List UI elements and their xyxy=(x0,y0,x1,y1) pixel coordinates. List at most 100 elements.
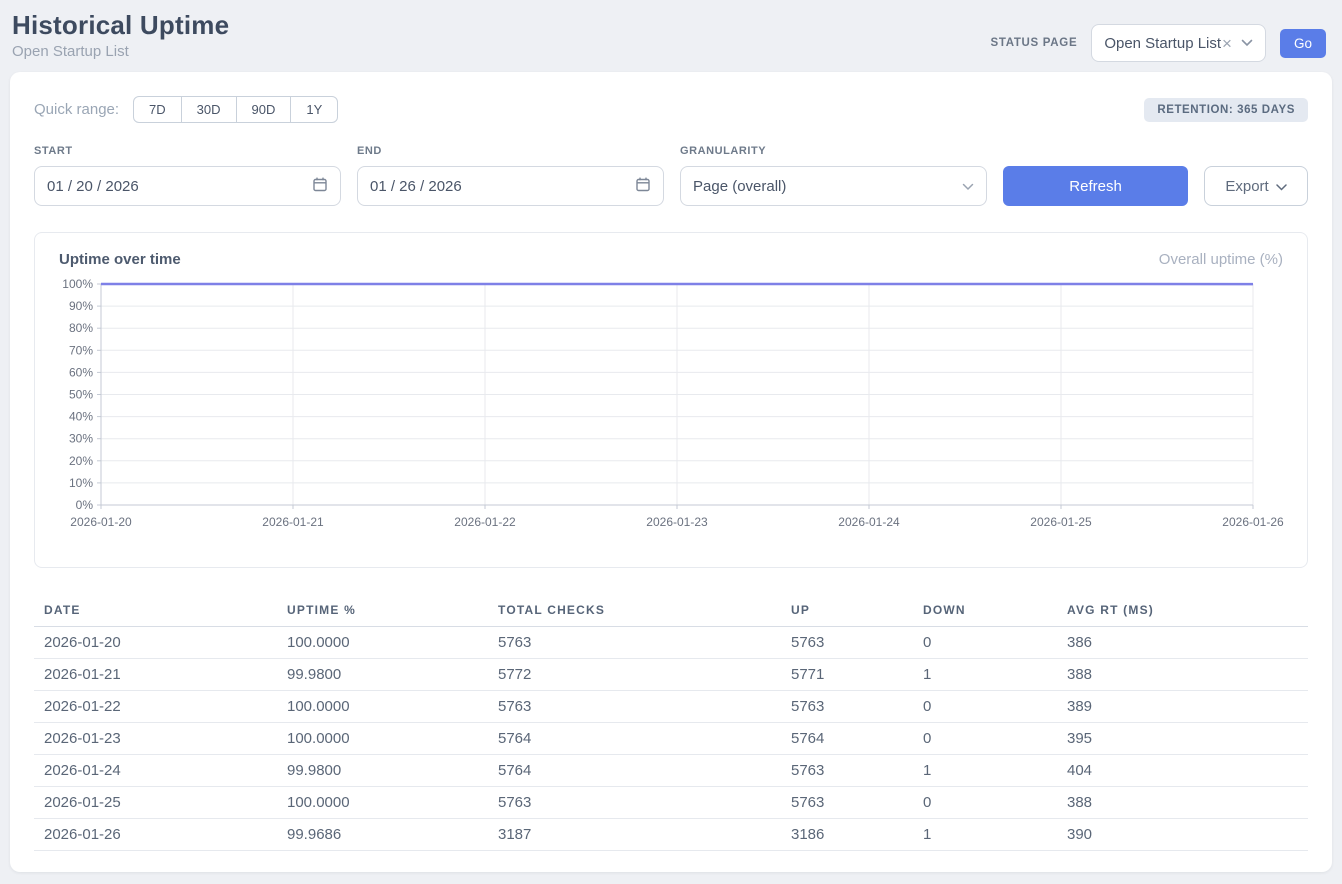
uptime-table-header: DATE UPTIME % TOTAL CHECKS UP DOWN AVG R… xyxy=(34,594,1308,627)
granularity-select[interactable]: Page (overall) xyxy=(680,166,987,206)
filter-form: START 01 / 20 / 2026 END 01 / 26 / 2026 … xyxy=(34,145,1308,206)
table-cell: 388 xyxy=(1057,659,1308,691)
table-cell: 100.0000 xyxy=(277,691,488,723)
end-date-label: END xyxy=(357,145,664,157)
end-date-value: 01 / 26 / 2026 xyxy=(370,178,462,195)
page-subtitle: Open Startup List xyxy=(12,43,229,60)
chevron-down-icon xyxy=(1241,39,1253,47)
table-row: 2026-01-2199.9800577257711388 xyxy=(34,659,1308,691)
svg-text:70%: 70% xyxy=(69,343,93,357)
svg-text:90%: 90% xyxy=(69,299,93,313)
table-cell: 2026-01-22 xyxy=(34,691,277,723)
table-cell: 404 xyxy=(1057,755,1308,787)
svg-text:40%: 40% xyxy=(69,410,93,424)
chart-header: Uptime over time Overall uptime (%) xyxy=(59,251,1283,268)
granularity-selected-value: Page (overall) xyxy=(693,178,786,195)
start-date-label: START xyxy=(34,145,341,157)
svg-text:0%: 0% xyxy=(76,498,94,512)
svg-text:60%: 60% xyxy=(69,365,93,379)
svg-text:2026-01-23: 2026-01-23 xyxy=(646,515,708,529)
table-cell: 1 xyxy=(913,659,1057,691)
table-cell: 2026-01-23 xyxy=(34,723,277,755)
end-date-field: END 01 / 26 / 2026 xyxy=(357,145,664,206)
status-page-label: STATUS PAGE xyxy=(990,37,1077,49)
start-date-field: START 01 / 20 / 2026 xyxy=(34,145,341,206)
go-button[interactable]: Go xyxy=(1280,29,1326,58)
table-cell: 5763 xyxy=(488,691,781,723)
table-cell: 5763 xyxy=(781,627,913,659)
quick-range-1y-button[interactable]: 1Y xyxy=(290,96,338,123)
main-panel: Quick range: 7D 30D 90D 1Y RETENTION: 36… xyxy=(10,72,1332,872)
table-cell: 5764 xyxy=(488,723,781,755)
end-date-input[interactable]: 01 / 26 / 2026 xyxy=(357,166,664,206)
table-cell: 386 xyxy=(1057,627,1308,659)
table-cell: 2026-01-24 xyxy=(34,755,277,787)
uptime-chart-card: Uptime over time Overall uptime (%) 0% 10… xyxy=(34,232,1308,568)
table-cell: 1 xyxy=(913,819,1057,851)
quick-range-label: Quick range: xyxy=(34,101,119,118)
table-cell: 1 xyxy=(913,755,1057,787)
table-row: 2026-01-20100.0000576357630386 xyxy=(34,627,1308,659)
table-row: 2026-01-22100.0000576357630389 xyxy=(34,691,1308,723)
table-cell: 5764 xyxy=(488,755,781,787)
table-cell: 5771 xyxy=(781,659,913,691)
table-cell: 99.9800 xyxy=(277,659,488,691)
table-cell: 2026-01-20 xyxy=(34,627,277,659)
export-button[interactable]: Export xyxy=(1204,166,1308,206)
table-cell: 5763 xyxy=(781,691,913,723)
table-cell: 3186 xyxy=(781,819,913,851)
page-title: Historical Uptime xyxy=(12,10,229,41)
quick-range-group: Quick range: 7D 30D 90D 1Y xyxy=(34,96,338,123)
status-page-selected-value: Open Startup List xyxy=(1104,35,1221,52)
column-header-up: UP xyxy=(781,594,913,627)
start-date-input[interactable]: 01 / 20 / 2026 xyxy=(34,166,341,206)
chart-legend: Overall uptime (%) xyxy=(1159,251,1283,268)
svg-text:2026-01-26: 2026-01-26 xyxy=(1222,515,1284,529)
top-bar: Historical Uptime Open Startup List STAT… xyxy=(0,0,1342,72)
chart-title: Uptime over time xyxy=(59,251,181,268)
export-button-label: Export xyxy=(1225,178,1268,195)
refresh-button[interactable]: Refresh xyxy=(1003,166,1188,206)
table-cell: 3187 xyxy=(488,819,781,851)
svg-text:10%: 10% xyxy=(69,476,93,490)
table-cell: 5763 xyxy=(488,787,781,819)
table-cell: 99.9686 xyxy=(277,819,488,851)
quick-range-30d-button[interactable]: 30D xyxy=(181,96,237,123)
quick-range-7d-button[interactable]: 7D xyxy=(133,96,182,123)
chevron-down-icon xyxy=(962,178,974,195)
svg-text:2026-01-24: 2026-01-24 xyxy=(838,515,900,529)
column-header-avg-rt: AVG RT (MS) xyxy=(1057,594,1308,627)
table-cell: 389 xyxy=(1057,691,1308,723)
svg-text:30%: 30% xyxy=(69,432,93,446)
table-cell: 5763 xyxy=(781,755,913,787)
table-cell: 388 xyxy=(1057,787,1308,819)
table-cell: 0 xyxy=(913,723,1057,755)
svg-text:50%: 50% xyxy=(69,388,93,402)
table-row: 2026-01-2699.9686318731861390 xyxy=(34,819,1308,851)
calendar-icon[interactable] xyxy=(312,176,328,196)
chevron-down-icon xyxy=(1276,178,1287,195)
svg-text:80%: 80% xyxy=(69,321,93,335)
table-cell: 100.0000 xyxy=(277,627,488,659)
table-cell: 2026-01-21 xyxy=(34,659,277,691)
table-row: 2026-01-2499.9800576457631404 xyxy=(34,755,1308,787)
table-cell: 0 xyxy=(913,691,1057,723)
clear-selection-icon[interactable]: × xyxy=(1222,35,1232,52)
quick-range-row: Quick range: 7D 30D 90D 1Y RETENTION: 36… xyxy=(34,96,1308,123)
granularity-field: GRANULARITY Page (overall) xyxy=(680,145,987,206)
table-cell: 5764 xyxy=(781,723,913,755)
table-cell: 0 xyxy=(913,627,1057,659)
calendar-icon[interactable] xyxy=(635,176,651,196)
table-cell: 390 xyxy=(1057,819,1308,851)
table-cell: 5772 xyxy=(488,659,781,691)
quick-range-buttons: 7D 30D 90D 1Y xyxy=(133,96,338,123)
column-header-down: DOWN xyxy=(913,594,1057,627)
table-cell: 100.0000 xyxy=(277,787,488,819)
granularity-label: GRANULARITY xyxy=(680,145,987,157)
column-header-uptime: UPTIME % xyxy=(277,594,488,627)
column-header-total-checks: TOTAL CHECKS xyxy=(488,594,781,627)
column-header-date: DATE xyxy=(34,594,277,627)
status-page-select[interactable]: Open Startup List × xyxy=(1091,24,1266,62)
svg-text:2026-01-25: 2026-01-25 xyxy=(1030,515,1092,529)
quick-range-90d-button[interactable]: 90D xyxy=(236,96,292,123)
